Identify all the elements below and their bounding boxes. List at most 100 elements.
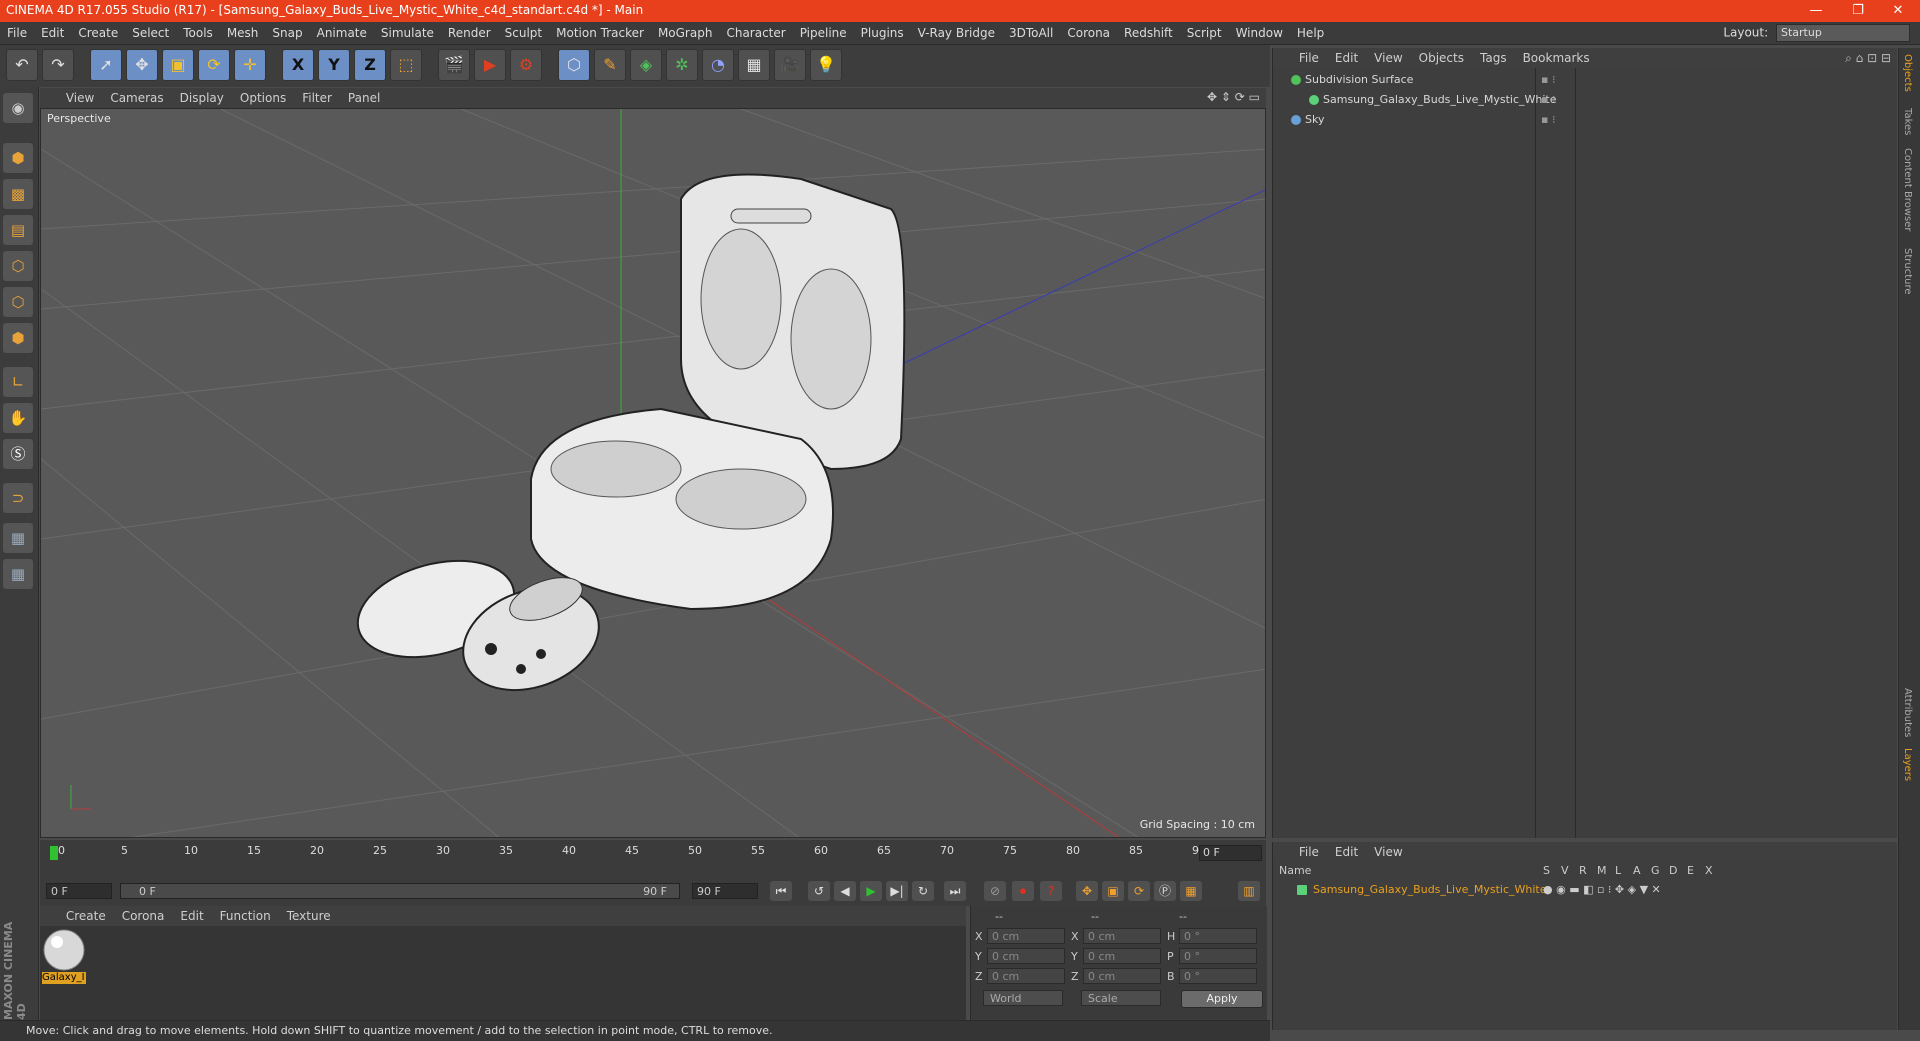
workplane-mode-icon[interactable]: ▤ — [3, 215, 33, 245]
previous-key-icon[interactable]: ↺ — [808, 881, 830, 901]
start-frame-field[interactable]: 0 F — [46, 883, 112, 899]
coord-value-field[interactable]: 0 ° — [1179, 928, 1257, 944]
material-menu-create[interactable]: Create — [58, 906, 114, 926]
object-row-sky[interactable]: Sky ▪ ⁝ — [1273, 110, 1897, 130]
key-pla-icon[interactable]: ▦ — [1180, 881, 1202, 901]
material-menu-edit[interactable]: Edit — [172, 906, 211, 926]
workplane-lock-icon[interactable]: ▦ — [3, 523, 33, 553]
cube-primitive-icon[interactable]: ⬡ — [558, 49, 590, 81]
object-menu-edit[interactable]: Edit — [1327, 48, 1366, 68]
preview-range-slider[interactable]: 0 F 90 F — [120, 883, 680, 899]
floor-icon[interactable]: ▦ — [738, 49, 770, 81]
layout-dropdown[interactable]: Startup — [1776, 24, 1910, 42]
menu-redshift[interactable]: Redshift — [1117, 22, 1180, 44]
layer-flag-icons[interactable]: ● ◉ ▬ ◧ ▫ ⁝ ✥ ◈ ▼ ✕ — [1543, 883, 1661, 896]
layer-row[interactable]: Samsung_Galaxy_Buds_Live_Mystic_White ● … — [1273, 882, 1897, 900]
coord-value-field[interactable]: 0 cm — [987, 928, 1065, 944]
menu-v-ray-bridge[interactable]: V-Ray Bridge — [911, 22, 1002, 44]
end-frame-field[interactable]: 90 F — [692, 883, 758, 899]
current-frame-field[interactable]: 0 F — [1199, 845, 1262, 861]
object-name[interactable]: Sky — [1305, 113, 1324, 126]
menu-render[interactable]: Render — [441, 22, 498, 44]
light-icon[interactable]: 💡 — [810, 49, 842, 81]
timeline-window-icon[interactable]: ▥ — [1238, 881, 1260, 901]
viewport-menu-panel[interactable]: Panel — [340, 88, 388, 108]
menu-motion-tracker[interactable]: Motion Tracker — [549, 22, 651, 44]
coordinate-system-icon[interactable]: ⬚ — [390, 49, 422, 81]
object-menu-bookmarks[interactable]: Bookmarks — [1515, 48, 1598, 68]
scale-tool-icon[interactable]: ▣ — [162, 49, 194, 81]
tweak-mode-icon[interactable]: ✋ — [3, 403, 33, 433]
object-name[interactable]: Samsung_Galaxy_Buds_Live_Mystic_White — [1323, 93, 1557, 106]
render-picture-viewer-icon[interactable]: ▶ — [474, 49, 506, 81]
object-menu-file[interactable]: File — [1291, 48, 1327, 68]
right-tab-takes[interactable]: Takes — [1902, 108, 1913, 135]
menu-snap[interactable]: Snap — [265, 22, 309, 44]
material-menu-corona[interactable]: Corona — [114, 906, 173, 926]
menu-corona[interactable]: Corona — [1060, 22, 1117, 44]
spline-pen-icon[interactable]: ✎ — [594, 49, 626, 81]
render-view-icon[interactable]: 🎬 — [438, 49, 470, 81]
menu-window[interactable]: Window — [1229, 22, 1290, 44]
layer-menu-file[interactable]: File — [1291, 842, 1327, 862]
apply-button[interactable]: Apply — [1181, 990, 1263, 1008]
minimize-button[interactable]: — — [1796, 1, 1836, 21]
object-visibility-flags[interactable]: ▪ ⁝ — [1541, 110, 1555, 130]
right-tab-layers[interactable]: Layers — [1902, 748, 1913, 781]
perspective-viewport[interactable]: Perspective Grid Spacing : 10 cm — [40, 108, 1266, 838]
menu-mesh[interactable]: Mesh — [220, 22, 266, 44]
transform-tool-icon[interactable]: ✛ — [234, 49, 266, 81]
menu-pipeline[interactable]: Pipeline — [793, 22, 854, 44]
record-disabled-icon[interactable]: ⊘ — [984, 881, 1006, 901]
right-tab-attributes[interactable]: Attributes — [1902, 688, 1913, 737]
coord-value-field[interactable]: 0 cm — [1083, 928, 1161, 944]
record-active-icon[interactable]: ⏺ — [1012, 881, 1034, 901]
magnet-icon[interactable]: ⊃ — [3, 483, 33, 513]
frame-ruler[interactable]: 051015202530354045505560657075808590 — [48, 842, 1206, 864]
viewport-menu-filter[interactable]: Filter — [294, 88, 340, 108]
right-tab-objects[interactable]: Objects — [1902, 54, 1913, 92]
layer-name[interactable]: Samsung_Galaxy_Buds_Live_Mystic_White — [1313, 883, 1547, 896]
deformer-icon[interactable]: ◔ — [702, 49, 734, 81]
menu-simulate[interactable]: Simulate — [374, 22, 441, 44]
viewport-menu-options[interactable]: Options — [232, 88, 294, 108]
autokey-icon[interactable]: ? — [1040, 881, 1062, 901]
go-to-start-icon[interactable]: ⏮ — [770, 881, 792, 901]
layer-menu-view[interactable]: View — [1366, 842, 1410, 862]
right-tab-structure[interactable]: Structure — [1902, 248, 1913, 295]
key-scale-icon[interactable]: ▣ — [1102, 881, 1124, 901]
menu-script[interactable]: Script — [1180, 22, 1229, 44]
coord-value-field[interactable]: 0 ° — [1179, 948, 1257, 964]
object-menu-tags[interactable]: Tags — [1472, 48, 1515, 68]
right-tab-content-browser[interactable]: Content Browser — [1902, 148, 1913, 231]
playhead[interactable] — [50, 846, 58, 860]
material-menu-function[interactable]: Function — [212, 906, 279, 926]
menu-file[interactable]: File — [0, 22, 34, 44]
next-key-icon[interactable]: ↻ — [912, 881, 934, 901]
menu-create[interactable]: Create — [71, 22, 125, 44]
layout-selector[interactable]: Layout: Startup — [1723, 24, 1910, 42]
axis-mode-icon[interactable]: ∟ — [3, 367, 33, 397]
menu-edit[interactable]: Edit — [34, 22, 71, 44]
viewport-menu-display[interactable]: Display — [172, 88, 232, 108]
key-parameter-icon[interactable]: Ⓟ — [1154, 881, 1176, 901]
object-visibility-flags[interactable]: ▪ ⁝ — [1541, 90, 1555, 110]
coord-value-field[interactable]: 0 ° — [1179, 968, 1257, 984]
snap-icon[interactable]: Ⓢ — [3, 439, 33, 469]
edges-mode-icon[interactable]: ⬡ — [3, 287, 33, 317]
menu-character[interactable]: Character — [719, 22, 792, 44]
object-menu-objects[interactable]: Objects — [1411, 48, 1472, 68]
render-settings-icon[interactable]: ⚙ — [510, 49, 542, 81]
object-visibility-flags[interactable]: ▪ ⁝ — [1541, 70, 1555, 90]
polygons-mode-icon[interactable]: ⬢ — [3, 323, 33, 353]
subdivision-surface-icon[interactable]: ◈ — [630, 49, 662, 81]
key-position-icon[interactable]: ✥ — [1076, 881, 1098, 901]
viewport-menu-view[interactable]: View — [58, 88, 102, 108]
rotate-tool-icon[interactable]: ⟳ — [198, 49, 230, 81]
camera-icon[interactable]: 🎥 — [774, 49, 806, 81]
viewport-nav-icons[interactable]: ✥ ⇕ ⟳ ▭ — [1207, 90, 1260, 104]
object-name[interactable]: Subdivision Surface — [1305, 73, 1413, 86]
material-preview-sphere[interactable] — [42, 928, 86, 972]
menu-help[interactable]: Help — [1290, 22, 1331, 44]
menu-plugins[interactable]: Plugins — [854, 22, 911, 44]
